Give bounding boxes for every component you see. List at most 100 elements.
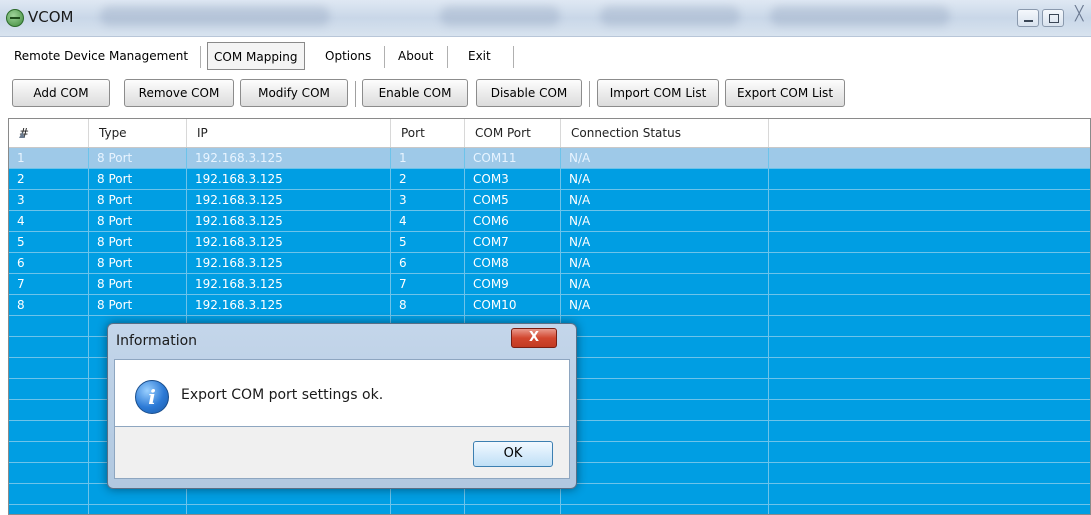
information-dialog: Information X i Export COM port settings… xyxy=(107,323,577,489)
table-row[interactable]: 1 8 Port 192.168.3.125 1 COM11 N/A xyxy=(9,148,1090,169)
toolbar-separator xyxy=(355,81,359,107)
import-com-list-button[interactable]: Import COM List xyxy=(597,79,719,107)
cell-ip: 192.168.3.125 xyxy=(187,253,391,273)
modify-com-button[interactable]: Modify COM xyxy=(240,79,348,107)
title-bar: VCOM ╳ xyxy=(0,0,1091,37)
ok-button[interactable]: OK xyxy=(473,441,553,467)
cell-number: 3 xyxy=(9,190,89,210)
table-row[interactable]: 5 8 Port 192.168.3.125 5 COM7 N/A xyxy=(9,232,1090,253)
cell-ip: 192.168.3.125 xyxy=(187,295,391,315)
cell-type: 8 Port xyxy=(89,253,187,273)
cell-com-port: COM3 xyxy=(465,169,561,189)
toolbar-separator xyxy=(589,81,593,107)
cell-port: 3 xyxy=(391,190,465,210)
window-close-icon[interactable]: ╳ xyxy=(1075,6,1083,22)
info-icon: i xyxy=(135,380,169,414)
window-title: VCOM xyxy=(28,8,74,26)
cell-port: 5 xyxy=(391,232,465,252)
menu-com-mapping[interactable]: COM Mapping xyxy=(207,42,305,70)
remove-com-button[interactable]: Remove COM xyxy=(124,79,234,107)
cell-port: 8 xyxy=(391,295,465,315)
cell-type: 8 Port xyxy=(89,190,187,210)
enable-com-button[interactable]: Enable COM xyxy=(362,79,468,107)
menu-remote-device-management[interactable]: Remote Device Management xyxy=(8,42,194,70)
app-icon xyxy=(6,9,24,27)
title-bar-blur xyxy=(100,6,330,26)
cell-com-port: COM8 xyxy=(465,253,561,273)
table-row[interactable]: 3 8 Port 192.168.3.125 3 COM5 N/A xyxy=(9,190,1090,211)
menu-separator xyxy=(200,46,201,68)
cell-connection-status: N/A xyxy=(561,211,769,231)
cell-port: 1 xyxy=(391,148,465,168)
menu-separator xyxy=(384,46,385,68)
column-header-port[interactable]: Port xyxy=(391,119,465,147)
cell-number: 6 xyxy=(9,253,89,273)
cell-com-port: COM9 xyxy=(465,274,561,294)
menu-exit[interactable]: Exit xyxy=(462,42,497,70)
table-row[interactable]: 8 8 Port 192.168.3.125 8 COM10 N/A xyxy=(9,295,1090,316)
menu-separator xyxy=(513,46,514,68)
table-row[interactable]: 7 8 Port 192.168.3.125 7 COM9 N/A xyxy=(9,274,1090,295)
dialog-title: Information xyxy=(116,333,198,349)
cell-ip: 192.168.3.125 xyxy=(187,232,391,252)
cell-com-port: COM10 xyxy=(465,295,561,315)
cell-number: 5 xyxy=(9,232,89,252)
cell-port: 2 xyxy=(391,169,465,189)
cell-connection-status: N/A xyxy=(561,295,769,315)
cell-connection-status: N/A xyxy=(561,253,769,273)
table-row[interactable]: 4 8 Port 192.168.3.125 4 COM6 N/A xyxy=(9,211,1090,232)
sort-ascending-icon: ▲ xyxy=(19,130,26,139)
cell-ip: 192.168.3.125 xyxy=(187,274,391,294)
dialog-message: Export COM port settings ok. xyxy=(181,387,384,403)
column-header-type[interactable]: Type xyxy=(89,119,187,147)
cell-ip: 192.168.3.125 xyxy=(187,148,391,168)
menu-bar: Remote Device Management COM Mapping Opt… xyxy=(0,42,1091,70)
cell-com-port: COM6 xyxy=(465,211,561,231)
cell-type: 8 Port xyxy=(89,148,187,168)
cell-number: 8 xyxy=(9,295,89,315)
dialog-footer: OK xyxy=(114,427,570,479)
cell-port: 6 xyxy=(391,253,465,273)
cell-number: 1 xyxy=(9,148,89,168)
title-bar-blur xyxy=(600,6,740,26)
menu-about[interactable]: About xyxy=(392,42,439,70)
cell-connection-status: N/A xyxy=(561,232,769,252)
minimize-button[interactable] xyxy=(1017,9,1039,27)
cell-connection-status: N/A xyxy=(561,169,769,189)
cell-com-port: COM7 xyxy=(465,232,561,252)
cell-type: 8 Port xyxy=(89,295,187,315)
cell-number: 7 xyxy=(9,274,89,294)
cell-type: 8 Port xyxy=(89,232,187,252)
cell-type: 8 Port xyxy=(89,274,187,294)
cell-port: 4 xyxy=(391,211,465,231)
column-header-number[interactable]: ▲ # xyxy=(9,119,89,147)
title-bar-blur xyxy=(770,6,950,26)
toolbar: Add COM Remove COM Modify COM Enable COM… xyxy=(0,79,1091,109)
table-header: ▲ # Type IP Port COM Port Connection Sta… xyxy=(9,119,1090,148)
cell-type: 8 Port xyxy=(89,211,187,231)
column-header-ip[interactable]: IP xyxy=(187,119,391,147)
export-com-list-button[interactable]: Export COM List xyxy=(725,79,845,107)
cell-connection-status: N/A xyxy=(561,190,769,210)
cell-com-port: COM11 xyxy=(465,148,561,168)
cell-ip: 192.168.3.125 xyxy=(187,169,391,189)
dialog-body: i Export COM port settings ok. xyxy=(114,359,570,427)
table-row[interactable]: 6 8 Port 192.168.3.125 6 COM8 N/A xyxy=(9,253,1090,274)
cell-ip: 192.168.3.125 xyxy=(187,190,391,210)
cell-com-port: COM5 xyxy=(465,190,561,210)
maximize-button[interactable] xyxy=(1042,9,1064,27)
add-com-button[interactable]: Add COM xyxy=(12,79,110,107)
column-header-connection-status[interactable]: Connection Status xyxy=(561,119,769,147)
cell-connection-status: N/A xyxy=(561,274,769,294)
menu-options[interactable]: Options xyxy=(319,42,377,70)
title-bar-blur xyxy=(440,6,560,26)
cell-connection-status: N/A xyxy=(561,148,769,168)
grid-line xyxy=(9,504,1090,505)
dialog-close-button[interactable]: X xyxy=(511,328,557,348)
table-row[interactable]: 2 8 Port 192.168.3.125 2 COM3 N/A xyxy=(9,169,1090,190)
disable-com-button[interactable]: Disable COM xyxy=(476,79,582,107)
column-header-com-port[interactable]: COM Port xyxy=(465,119,561,147)
cell-number: 2 xyxy=(9,169,89,189)
cell-ip: 192.168.3.125 xyxy=(187,211,391,231)
menu-separator xyxy=(447,46,448,68)
